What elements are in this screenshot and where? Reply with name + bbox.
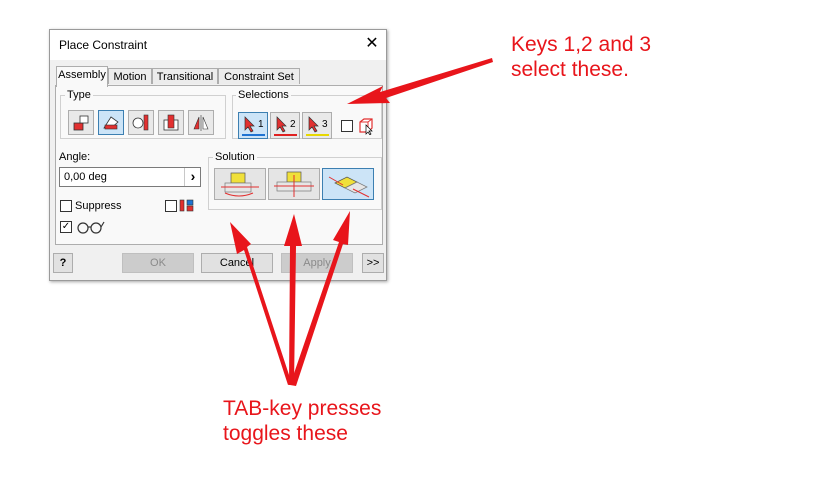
angle-button[interactable] [98, 110, 124, 135]
more-button[interactable]: >> [362, 253, 384, 273]
type-group-label: Type [65, 89, 93, 101]
tangent-icon [132, 114, 149, 131]
selection-2-button[interactable]: 2 [270, 112, 300, 139]
angle-label: Angle: [59, 151, 91, 163]
symmetry-icon [193, 115, 209, 131]
tab-constraint-set[interactable]: Constraint Set [218, 68, 300, 84]
keys-callout: Keys 1,2 and 3 select these. [511, 32, 651, 82]
tab-transitional[interactable]: Transitional [152, 68, 218, 84]
selection-1-button[interactable]: 1 [238, 112, 268, 139]
pick-part-first-icon [359, 118, 373, 135]
place-constraint-dialog: Place Constraint ✕ Assembly Motion Trans… [49, 29, 387, 281]
suppress-label: Suppress [75, 200, 122, 212]
selections-group-label: Selections [236, 89, 291, 101]
selection-2-label: 2 [290, 119, 296, 130]
tangent-button[interactable] [128, 110, 154, 135]
solution-direction-button[interactable] [322, 168, 374, 200]
selection-3-button[interactable]: 3 [302, 112, 332, 139]
tab-callout: TAB-key presses toggles these [223, 396, 381, 446]
angle-arrow-icon[interactable]: › [184, 168, 201, 186]
mate-button[interactable] [68, 110, 94, 135]
tab-callout-line1: TAB-key presses [223, 397, 382, 420]
insert-button[interactable] [158, 110, 184, 135]
predict-offset-checkbox[interactable] [165, 200, 177, 212]
cancel-button[interactable]: Cancel [201, 253, 273, 273]
apply-button[interactable]: Apply [281, 253, 353, 273]
solution-mate-icon [221, 172, 259, 197]
close-icon[interactable]: ✕ [362, 34, 382, 54]
glasses-icon [77, 221, 105, 234]
preview-checkbox[interactable]: ✓ [60, 221, 72, 233]
predict-offset-icon [179, 199, 194, 212]
solution-flush-icon [274, 171, 314, 197]
tab-panel: Type Selections 1 2 3 Angle: 0,00 deg › … [55, 85, 383, 245]
solution-flush-button[interactable] [268, 168, 320, 200]
tab-assembly[interactable]: Assembly [56, 66, 108, 87]
help-icon: ? [59, 257, 67, 269]
solution-direction-icon [328, 176, 370, 198]
insert-icon [163, 114, 179, 131]
help-button[interactable]: ? [53, 253, 73, 273]
selection-3-label: 3 [322, 119, 328, 130]
keys-callout-line1: Keys 1,2 and 3 [511, 33, 652, 56]
check-icon: ✓ [61, 221, 71, 232]
ok-button[interactable]: OK [122, 253, 194, 273]
symmetry-button[interactable] [188, 110, 214, 135]
solution-mate-button[interactable] [214, 168, 266, 200]
solution-group-label: Solution [213, 151, 257, 163]
keys-callout-line2: select these. [511, 58, 629, 81]
suppress-checkbox[interactable] [60, 200, 72, 212]
tab-motion[interactable]: Motion [108, 68, 152, 84]
dialog-title: Place Constraint [59, 38, 148, 52]
angle-value: 0,00 deg [64, 171, 107, 183]
title-bar[interactable]: Place Constraint ✕ [50, 30, 386, 60]
angle-icon [103, 116, 119, 130]
mate-icon [73, 115, 89, 131]
angle-input[interactable]: 0,00 deg › [59, 167, 201, 187]
selection-1-label: 1 [258, 119, 264, 130]
pick-part-first-checkbox[interactable] [341, 120, 353, 132]
tab-callout-line2: toggles these [223, 422, 348, 445]
